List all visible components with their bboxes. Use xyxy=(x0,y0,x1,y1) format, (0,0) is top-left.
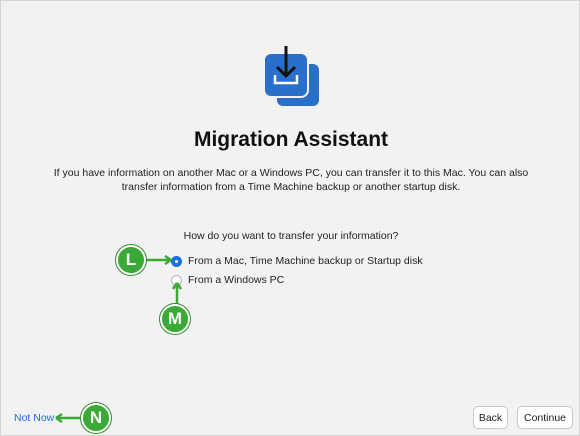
callout-l: L xyxy=(116,245,146,275)
option-from-mac[interactable]: From a Mac, Time Machine backup or Start… xyxy=(171,253,423,269)
not-now-button[interactable]: Not Now xyxy=(14,412,54,424)
description-line-2: transfer information from a Time Machine… xyxy=(121,181,461,193)
description-line-1: If you have information on another Mac o… xyxy=(53,167,529,179)
migration-assistant-window: Migration Assistant If you have informat… xyxy=(0,0,580,436)
dialog-description: If you have information on another Mac o… xyxy=(41,166,541,194)
callout-n: N xyxy=(81,403,111,433)
migration-assistant-icon xyxy=(263,46,321,108)
option-from-windows[interactable]: From a Windows PC xyxy=(171,272,284,288)
radio-button[interactable] xyxy=(171,274,182,286)
radio-button-selected[interactable] xyxy=(171,255,182,267)
back-button[interactable]: Back xyxy=(473,406,508,429)
option-from-windows-label: From a Windows PC xyxy=(188,274,285,286)
transfer-question: How do you want to transfer your informa… xyxy=(183,230,399,242)
callout-m: M xyxy=(160,304,190,334)
dialog-title: Migration Assistant xyxy=(193,128,389,151)
continue-button[interactable]: Continue xyxy=(517,406,573,429)
option-from-mac-label: From a Mac, Time Machine backup or Start… xyxy=(188,255,423,267)
